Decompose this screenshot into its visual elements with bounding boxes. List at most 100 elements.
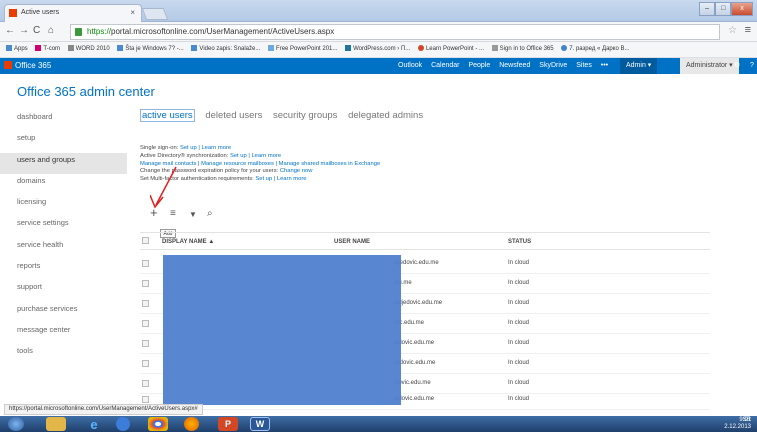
explorer-icon[interactable]: [46, 417, 66, 431]
row-checkbox[interactable]: [142, 280, 149, 287]
suite-link-skydrive[interactable]: SkyDrive: [539, 62, 567, 69]
windows-taskbar: e P W SR 9:01 2.12.2013: [0, 416, 757, 432]
page-title: Office 365 admin center: [17, 84, 155, 99]
chrome-icon[interactable]: [148, 417, 168, 431]
row-checkbox[interactable]: [142, 340, 149, 347]
sidebar-item-purchase-services[interactable]: purchase services: [17, 302, 127, 323]
close-window-button[interactable]: x: [731, 2, 754, 16]
help-icon[interactable]: ?: [750, 58, 754, 74]
sidebar-item-dashboard[interactable]: dashboard: [17, 110, 127, 131]
browser-tab-bar: Active users × – □ x: [0, 0, 757, 22]
sidebar-item-users-and-groups[interactable]: users and groups: [0, 152, 127, 174]
clock-time: 9:01: [739, 417, 751, 423]
sidebar-item-setup[interactable]: setup: [17, 131, 127, 152]
bookmark-item[interactable]: WordPress.com › П...: [345, 42, 410, 57]
office-favicon-icon: [9, 9, 17, 17]
status-cell: In cloud: [508, 360, 530, 366]
apps-icon: [6, 45, 12, 51]
change-now-link[interactable]: Change now: [280, 168, 313, 174]
filter-icon[interactable]: ▼: [189, 210, 197, 219]
bookmark-icon: [268, 45, 275, 51]
url-field[interactable]: https://portal.microsoftonline.com/UserM…: [70, 24, 720, 40]
office-suite-bar: Office 365 Outlook Calendar People Newsf…: [0, 58, 757, 74]
back-icon[interactable]: ←: [5, 25, 15, 36]
reload-icon[interactable]: C: [33, 25, 40, 36]
redaction-block: [163, 255, 401, 405]
row-checkbox[interactable]: [142, 300, 149, 307]
bookmark-item[interactable]: Learn PowerPoint - ...: [417, 42, 484, 57]
bookmark-item[interactable]: 7. разред « Дарко В...: [561, 42, 629, 57]
suite-link-calendar[interactable]: Calendar: [431, 62, 459, 69]
minimize-button[interactable]: –: [699, 2, 716, 16]
row-checkbox[interactable]: [142, 320, 149, 327]
admin-menu-button[interactable]: Admin ▾: [620, 58, 658, 74]
powerpoint-icon[interactable]: P: [218, 417, 238, 431]
bookmark-icon: [561, 45, 568, 51]
bookmark-item[interactable]: WORD 2010: [67, 42, 110, 57]
office-brand[interactable]: Office 365: [4, 58, 51, 74]
sidebar-item-message-center[interactable]: message center: [17, 323, 127, 344]
media-player-icon[interactable]: [116, 417, 130, 431]
bookmark-item[interactable]: Sign in to Office 365: [491, 42, 554, 57]
users-table-header: DISPLAY NAME ▲ USER NAME STATUS: [140, 232, 710, 250]
admin-sidebar: dashboard setup users and groups domains…: [0, 110, 127, 366]
row-checkbox[interactable]: [142, 360, 149, 367]
sidebar-item-licensing[interactable]: licensing: [17, 195, 127, 216]
user-menu-button[interactable]: Administrator ▾: [680, 58, 739, 74]
sidebar-item-support[interactable]: support: [17, 280, 127, 301]
info-line-sso: Single sign-on: Set up | Learn more: [140, 145, 232, 151]
ad-sync-links[interactable]: Set up | Learn more: [230, 153, 281, 159]
bookmark-item[interactable]: T-com: [35, 42, 60, 57]
sso-links[interactable]: Set up | Learn more: [180, 145, 231, 151]
status-cell: In cloud: [508, 396, 530, 402]
suite-more-button[interactable]: •••: [601, 62, 608, 69]
col-status[interactable]: STATUS: [508, 234, 531, 250]
browser-tab[interactable]: Active users ×: [4, 4, 142, 22]
maximize-button[interactable]: □: [715, 2, 732, 16]
forward-icon[interactable]: →: [19, 25, 29, 36]
clock-date: 2.12.2013: [724, 424, 751, 430]
tab-active-users[interactable]: active users: [140, 109, 195, 122]
url-scheme: https://: [87, 27, 112, 36]
gear-icon[interactable]: ⚙: [734, 58, 740, 74]
bookmark-icon: [491, 45, 498, 51]
col-display-name[interactable]: DISPLAY NAME ▲: [162, 234, 214, 250]
screen: Active users × – □ x ← → C ⌂ https://por…: [0, 0, 757, 432]
home-icon[interactable]: ⌂: [48, 25, 54, 36]
sidebar-item-domains[interactable]: domains: [17, 174, 127, 195]
status-cell: In cloud: [508, 340, 530, 346]
firefox-icon[interactable]: [184, 417, 199, 431]
internet-explorer-icon[interactable]: e: [84, 417, 104, 432]
col-user-name[interactable]: USER NAME: [334, 234, 370, 250]
suite-link-sites[interactable]: Sites: [576, 62, 592, 69]
suite-link-outlook[interactable]: Outlook: [398, 62, 422, 69]
bookmark-item[interactable]: Video zapis: Snalaže...: [191, 42, 260, 57]
tab-close-icon[interactable]: ×: [130, 5, 135, 21]
suite-nav: Outlook Calendar People Newsfeed SkyDriv…: [398, 58, 615, 74]
tab-deleted-users[interactable]: deleted users: [205, 110, 262, 121]
system-clock[interactable]: 9:01 2.12.2013: [724, 417, 751, 431]
bookmark-item[interactable]: Apps: [6, 42, 28, 57]
sidebar-item-reports[interactable]: reports: [17, 259, 127, 280]
word-icon[interactable]: W: [250, 417, 270, 431]
bookmark-item[interactable]: Free PowerPoint 201...: [268, 42, 337, 57]
sidebar-item-service-health[interactable]: service health: [17, 238, 127, 259]
suite-link-people[interactable]: People: [468, 62, 490, 69]
browser-menu-icon[interactable]: ≡: [745, 24, 751, 36]
tab-security-groups[interactable]: security groups: [273, 110, 337, 121]
mfa-links[interactable]: Set up | Learn more: [255, 176, 306, 182]
start-button-icon[interactable]: [8, 417, 24, 431]
tab-delegated-admins[interactable]: delegated admins: [348, 110, 423, 121]
search-icon[interactable]: ⌕: [207, 208, 213, 219]
row-checkbox[interactable]: [142, 260, 149, 267]
sidebar-item-tools[interactable]: tools: [17, 344, 127, 365]
new-tab-button[interactable]: [141, 8, 169, 20]
bookmark-icon: [35, 45, 42, 51]
row-checkbox[interactable]: [142, 380, 149, 387]
suite-link-newsfeed[interactable]: Newsfeed: [499, 62, 530, 69]
sidebar-item-service-settings[interactable]: service settings: [17, 216, 127, 237]
bookmark-star-icon[interactable]: ☆: [728, 25, 737, 36]
bookmark-item[interactable]: Šta je Windows 7? -...: [117, 42, 184, 57]
select-all-checkbox[interactable]: [142, 237, 149, 244]
row-checkbox[interactable]: [142, 396, 149, 403]
